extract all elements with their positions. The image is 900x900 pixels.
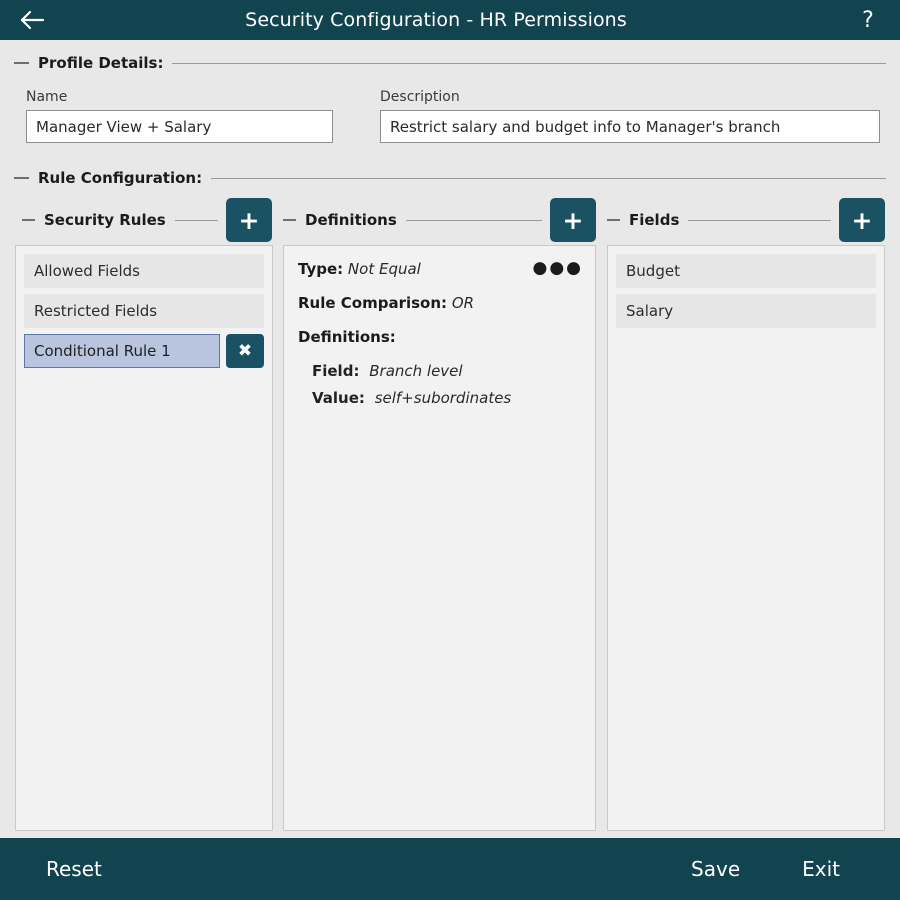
definitions-overflow-menu-icon[interactable]: ●●● (532, 260, 583, 277)
fields-panel: Budget Salary (607, 245, 885, 831)
description-input[interactable]: Restrict salary and budget info to Manag… (380, 110, 880, 143)
security-rules-header: Security Rules + (22, 198, 272, 242)
legend-rule (174, 219, 218, 221)
list-item[interactable]: Allowed Fields (24, 254, 264, 288)
definitions-subheading-label: Definitions: (298, 328, 396, 346)
security-rules-legend: Security Rules (22, 211, 226, 229)
legend-rule (211, 177, 886, 179)
description-field-block: Description Restrict salary and budget i… (380, 89, 880, 143)
fields-title: Fields (629, 211, 680, 229)
definitions-subheading: Definitions: (298, 328, 581, 346)
definitions-legend: Definitions (283, 211, 550, 229)
delete-rule-button[interactable]: ✖ (226, 334, 264, 368)
add-security-rule-button[interactable]: + (226, 198, 272, 242)
definition-rule-comparison-label: Rule Comparison: (298, 294, 448, 312)
list-item[interactable]: Salary (616, 294, 876, 328)
legend-dash (14, 62, 29, 64)
legend-rule (172, 62, 886, 64)
help-icon[interactable]: ? (836, 0, 900, 40)
name-input[interactable]: Manager View + Salary (26, 110, 333, 143)
definition-type-label: Type: (298, 260, 344, 278)
profile-details-legend: Profile Details: (14, 54, 886, 72)
reset-button[interactable]: Reset (36, 851, 112, 887)
title-bar: Security Configuration - HR Permissions … (0, 0, 900, 40)
list-item-selected-row: Conditional Rule 1 ✖ (24, 334, 264, 368)
description-label: Description (380, 89, 460, 105)
list-item[interactable]: Budget (616, 254, 876, 288)
legend-dash (14, 177, 29, 179)
security-rules-panel: Allowed Fields Restricted Fields Conditi… (15, 245, 273, 831)
add-field-button[interactable]: + (839, 198, 885, 242)
rule-configuration-legend: Rule Configuration: (14, 169, 886, 187)
bottom-toolbar: Reset Save Exit (0, 838, 900, 900)
legend-dash (22, 219, 35, 221)
exit-button[interactable]: Exit (792, 851, 850, 887)
definition-entry-label: Field: (312, 362, 360, 380)
rule-configuration-title: Rule Configuration: (38, 169, 203, 187)
legend-dash (283, 219, 296, 221)
save-button[interactable]: Save (681, 851, 750, 887)
fields-header: Fields + (607, 198, 885, 242)
profile-details-title: Profile Details: (38, 54, 164, 72)
legend-rule (405, 219, 542, 221)
name-field-block: Name Manager View + Salary (26, 89, 333, 143)
definitions-body: ●●● Type: Not Equal Rule Comparison: OR … (284, 246, 595, 408)
list-item[interactable]: Conditional Rule 1 (24, 334, 220, 368)
security-rules-title: Security Rules (44, 211, 166, 229)
fields-legend: Fields (607, 211, 839, 229)
legend-dash (607, 219, 620, 221)
definition-entry-value-row: Value: self+subordinates (312, 389, 581, 407)
definition-rule-comparison-value: OR (451, 294, 475, 312)
legend-rule (688, 219, 831, 221)
definition-entry-label: Value: (312, 389, 365, 407)
name-label: Name (26, 89, 68, 105)
definition-rule-comparison-line: Rule Comparison: OR (298, 294, 581, 312)
definition-entry-field: Field: Branch level (312, 362, 581, 380)
add-definition-button[interactable]: + (550, 198, 596, 242)
definitions-title: Definitions (305, 211, 397, 229)
page-title: Security Configuration - HR Permissions (245, 9, 627, 31)
definitions-header: Definitions + (283, 198, 596, 242)
definition-type-value: Not Equal (347, 260, 421, 278)
definitions-panel: ●●● Type: Not Equal Rule Comparison: OR … (283, 245, 596, 831)
definition-entry-value: self+subordinates (374, 389, 512, 407)
definition-entry-value: Branch level (369, 362, 463, 380)
list-item[interactable]: Restricted Fields (24, 294, 264, 328)
